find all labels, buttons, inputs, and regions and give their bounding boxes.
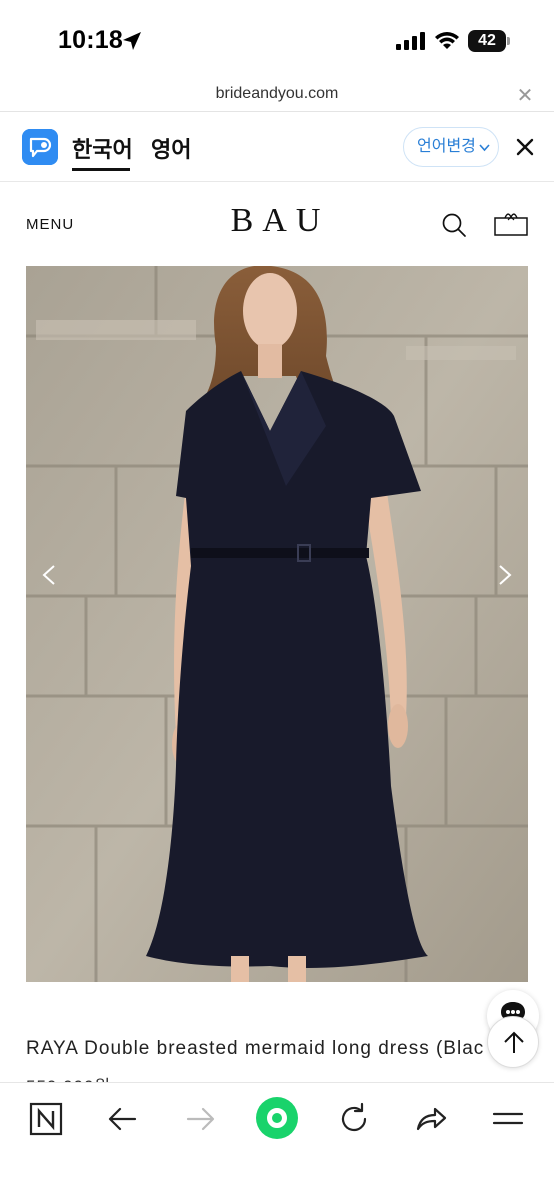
reload-icon[interactable]: [334, 1099, 374, 1139]
scroll-top-button[interactable]: [487, 1016, 539, 1068]
product-photo: [26, 266, 528, 982]
forward-arrow-icon[interactable]: [180, 1099, 220, 1139]
status-bar: 10:18 42: [0, 0, 554, 80]
active-tab-indicator: [72, 168, 130, 171]
product-price: 550,000원: [26, 1072, 111, 1082]
shopping-bag-icon[interactable]: [494, 212, 528, 236]
tab-english[interactable]: 영어: [151, 132, 191, 164]
product-title: RAYA Double breasted mermaid long dress …: [26, 1038, 485, 1059]
change-language-button[interactable]: 언어변경: [403, 127, 499, 167]
change-language-label: 언어변경: [417, 138, 476, 155]
green-dot-icon[interactable]: [255, 1096, 299, 1140]
arrow-up-icon: [504, 1031, 524, 1053]
close-icon[interactable]: [512, 134, 538, 160]
papago-logo-icon: [22, 129, 58, 165]
url-bar[interactable]: brideandyou.com ✕: [0, 80, 554, 112]
menu-icon[interactable]: [488, 1099, 528, 1139]
carousel-next-icon[interactable]: [496, 564, 514, 586]
brand-logo[interactable]: BAU: [0, 202, 554, 240]
naver-home-icon[interactable]: [26, 1099, 66, 1139]
location-arrow-icon: [123, 32, 141, 50]
url-text[interactable]: brideandyou.com: [0, 85, 554, 103]
carousel-prev-icon[interactable]: [40, 564, 58, 586]
battery-level: 42: [478, 32, 496, 49]
chevron-down-icon: [479, 144, 490, 152]
signal-icon: [396, 32, 425, 50]
site-header: MENU BAU: [0, 182, 554, 266]
browser-toolbar: [0, 1082, 554, 1200]
product-image[interactable]: [26, 266, 528, 982]
search-icon[interactable]: [441, 212, 467, 238]
wifi-icon: [435, 32, 459, 49]
tab-korean[interactable]: 한국어: [72, 132, 133, 164]
url-close-icon[interactable]: ✕: [512, 83, 538, 109]
share-icon[interactable]: [411, 1099, 451, 1139]
translate-bar: 한국어 영어 언어변경: [0, 112, 554, 182]
battery-icon: 42: [468, 30, 510, 52]
back-arrow-icon[interactable]: [103, 1099, 143, 1139]
status-time: 10:18: [58, 26, 123, 54]
